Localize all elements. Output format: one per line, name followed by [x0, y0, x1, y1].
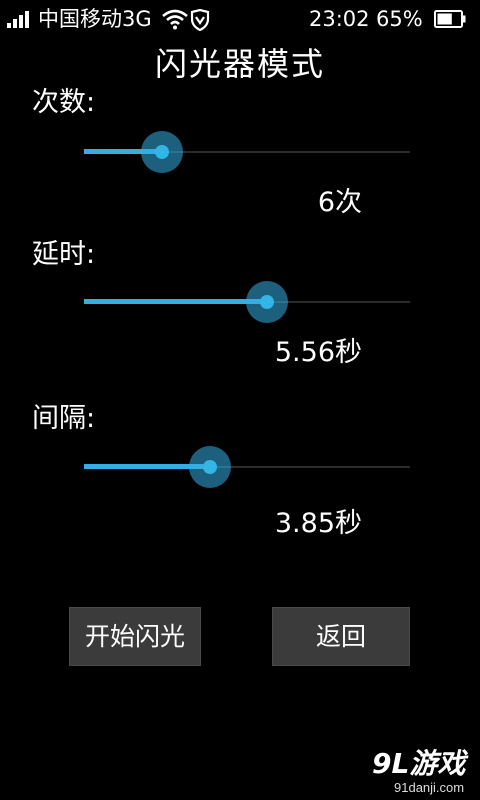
slider-thumb-center [155, 145, 169, 159]
slider-thumb-center [260, 295, 274, 309]
interval-label: 间隔: [32, 403, 96, 434]
watermark-logo: 9L游戏 [372, 747, 466, 780]
delay-value: 5.56秒 [274, 337, 362, 368]
count-value: 6次 [317, 187, 362, 218]
back-button[interactable]: 返回 [272, 607, 410, 666]
delay-label: 延时: [32, 239, 96, 270]
carrier-name: 中国移动3G [38, 7, 152, 31]
slider-fill [84, 299, 267, 304]
clock: 23:02 [309, 7, 370, 31]
count-slider[interactable] [84, 130, 410, 174]
page-title: 闪光器模式 [154, 45, 325, 83]
battery-icon [434, 10, 466, 28]
watermark: 9L游戏 91danji.com [372, 748, 472, 796]
start-flash-button[interactable]: 开始闪光 [69, 607, 201, 666]
interval-value: 3.85秒 [274, 508, 362, 539]
wifi-icon [162, 9, 188, 30]
delay-slider[interactable] [84, 280, 410, 324]
signal-strength-icon [7, 10, 33, 28]
battery-percentage: 65% [376, 7, 423, 31]
count-label: 次数: [32, 87, 96, 118]
shield-icon [190, 9, 210, 31]
slider-thumb-center [203, 460, 217, 474]
status-bar: 中国移动3G 23:02 65% [0, 0, 480, 38]
interval-slider[interactable] [84, 445, 410, 489]
watermark-url: 91danji.com [394, 780, 465, 795]
